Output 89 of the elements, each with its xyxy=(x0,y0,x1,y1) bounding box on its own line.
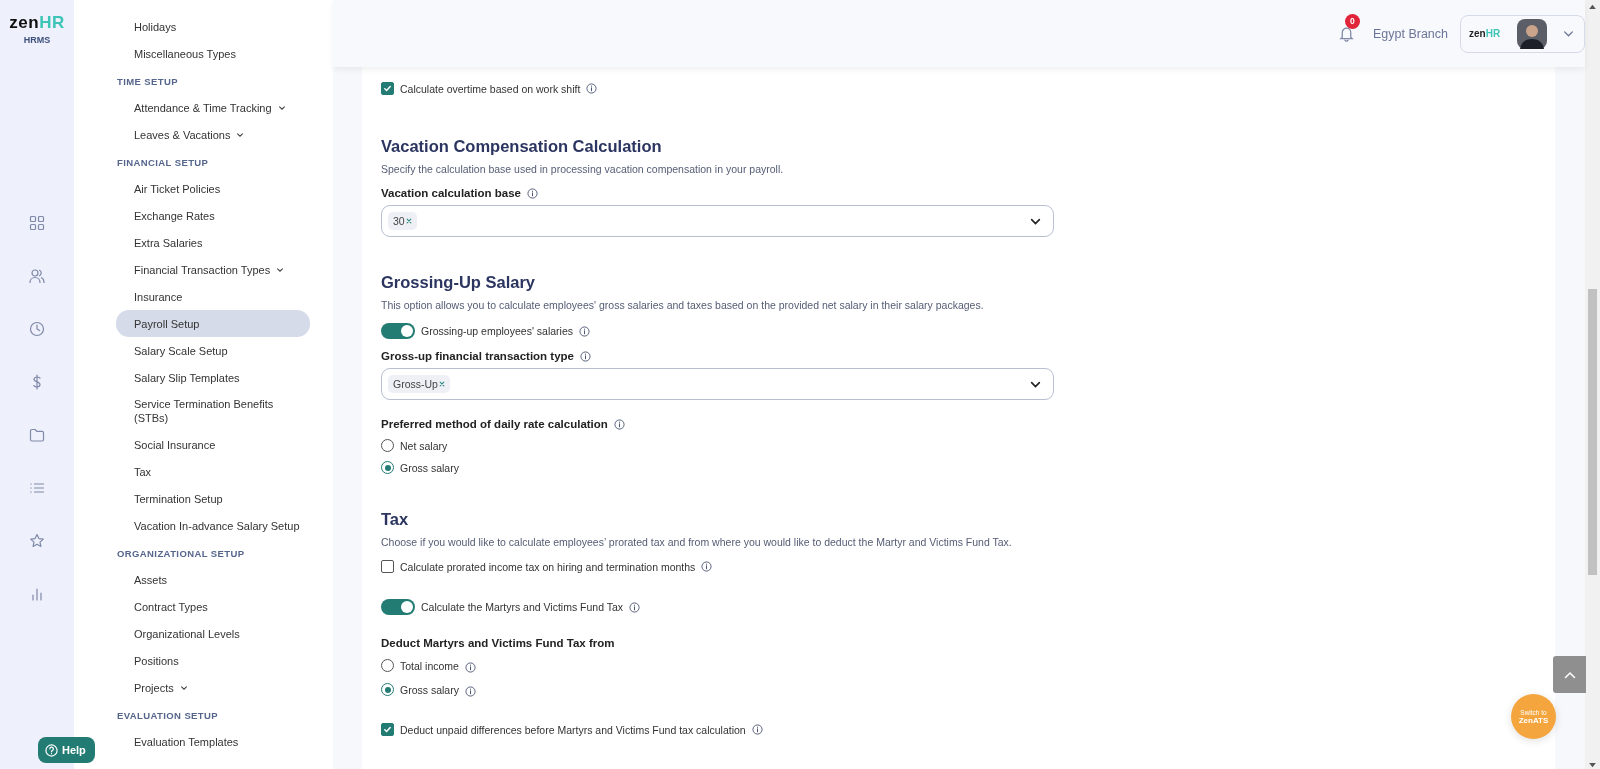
sidebar-item[interactable]: Evaluation Templates xyxy=(116,728,310,755)
checkbox-label: Calculate overtime based on work shift xyxy=(400,82,581,95)
toggle-label: Grossing-up employees' salaries xyxy=(421,325,573,337)
section-heading: EVALUATION SETUP xyxy=(117,709,220,723)
sidebar-item[interactable]: Projects xyxy=(116,674,310,701)
checkbox[interactable] xyxy=(381,82,394,95)
section-title: Vacation Compensation Calculation xyxy=(381,137,663,156)
logo: zenHR xyxy=(9,14,65,32)
chevron-up-icon xyxy=(1563,670,1576,679)
sidebar-item[interactable]: Termination Setup xyxy=(116,485,310,512)
chevron-down-icon xyxy=(1563,28,1574,39)
clock-icon[interactable] xyxy=(29,321,45,337)
section-heading: FINANCIAL SETUP xyxy=(117,156,210,170)
radio-label: Gross salary xyxy=(400,683,459,696)
sidebar-item[interactable]: Holidays xyxy=(116,13,310,40)
checkbox[interactable] xyxy=(381,723,394,736)
toggle-label: Calculate the Martyrs and Victims Fund Tax xyxy=(421,601,624,613)
sidebar-item[interactable]: Organizational Levels xyxy=(116,620,310,647)
avatar xyxy=(1517,18,1547,49)
notification-count: 0 xyxy=(1344,13,1360,29)
section-description: Specify the calculation base used in processing vacation compensation in your payroll. xyxy=(381,163,785,175)
multi-select-field[interactable]: Gross-Up xyxy=(381,368,1054,400)
field-label: Gross-up financial transaction type xyxy=(381,350,574,362)
sidebar-item[interactable]: Exchange Rates xyxy=(116,202,310,229)
check-icon xyxy=(383,725,392,734)
sidebar-item[interactable]: Tax xyxy=(116,458,310,485)
account-menu[interactable]: zenHR xyxy=(1460,14,1585,53)
field-label: Vacation calculation base xyxy=(381,187,521,199)
bell-icon[interactable] xyxy=(1338,25,1356,42)
sidebar-item[interactable]: Positions xyxy=(116,647,310,674)
info-icon[interactable] xyxy=(464,662,476,673)
multi-select-field[interactable]: 30 xyxy=(381,205,1054,237)
sidebar-item[interactable]: Assets xyxy=(116,566,310,593)
product-name: HRMS xyxy=(23,35,51,45)
field-label: Deduct Martyrs and Victims Fund Tax from xyxy=(381,637,615,649)
sidebar-item[interactable]: Contract Types xyxy=(116,593,310,620)
folder-icon[interactable] xyxy=(29,427,45,443)
info-icon[interactable] xyxy=(580,350,591,362)
toggle-switch[interactable] xyxy=(381,599,415,615)
section-title: Tax xyxy=(381,510,410,529)
info-icon[interactable] xyxy=(751,724,763,735)
sidebar-item[interactable]: Salary Slip Templates xyxy=(116,364,310,391)
field-label: Preferred method of daily rate calculation xyxy=(381,418,608,430)
sidebar-item[interactable]: Attendance & Time Tracking xyxy=(116,94,310,121)
sidebar-item[interactable]: Vacation In-advance Salary Setup xyxy=(116,512,310,539)
checkbox-label: Deduct unpaid differences before Martyrs and Victims Fund tax calculation xyxy=(400,723,746,736)
info-icon[interactable] xyxy=(613,418,625,430)
checkbox[interactable] xyxy=(381,560,394,573)
scroll-up-arrow-icon[interactable] xyxy=(1589,4,1596,9)
star-icon[interactable] xyxy=(29,533,45,549)
company-logo: zenHR xyxy=(1469,28,1502,39)
sidebar-item[interactable]: Insurance xyxy=(116,283,310,310)
toggle-switch[interactable] xyxy=(381,323,415,339)
selected-tag: Gross-Up xyxy=(388,375,450,393)
sidebar-item[interactable]: Financial Transaction Types xyxy=(116,256,310,283)
question-icon xyxy=(45,743,58,757)
remove-icon[interactable] xyxy=(438,381,445,387)
info-icon[interactable] xyxy=(579,325,590,337)
section-description: This option allows you to calculate employees' gross salaries and taxes based on the provided net salary in their salary packages. xyxy=(381,299,985,311)
scrollbar-thumb[interactable] xyxy=(1588,289,1597,575)
sidebar-item[interactable]: Social Insurance xyxy=(116,431,310,458)
section-heading: ORGANIZATIONAL SETUP xyxy=(117,547,246,561)
scroll-down-arrow-icon[interactable] xyxy=(1589,763,1596,768)
people-icon[interactable] xyxy=(29,268,45,284)
sidebar-item[interactable]: Leaves & Vacations xyxy=(116,121,310,148)
info-icon[interactable] xyxy=(464,686,476,697)
info-icon[interactable] xyxy=(629,601,641,613)
radio-label: Gross salary xyxy=(400,461,459,474)
section-heading: TIME SETUP xyxy=(117,75,179,89)
help-button[interactable]: Help xyxy=(38,737,95,763)
check-icon xyxy=(383,84,392,93)
branch-name[interactable]: Egypt Branch xyxy=(1372,26,1448,41)
checkbox-label: Calculate prorated income tax on hiring and termination months xyxy=(400,560,696,573)
info-icon[interactable] xyxy=(701,561,713,572)
sidebar-item[interactable]: Salary Scale Setup xyxy=(116,337,310,364)
selected-tag: 30 xyxy=(388,212,417,230)
sidebar-item[interactable]: Payroll Setup xyxy=(116,310,310,337)
section-title: Grossing-Up Salary xyxy=(381,273,537,292)
remove-icon[interactable] xyxy=(405,218,412,224)
sidebar-item[interactable]: Extra Salaries xyxy=(116,229,310,256)
sidebar-item[interactable]: Air Ticket Policies xyxy=(116,175,310,202)
sidebar-item[interactable]: Miscellaneous Types xyxy=(116,40,310,67)
info-icon[interactable] xyxy=(586,83,598,94)
dashboard-icon[interactable] xyxy=(29,215,45,231)
sidebar-item[interactable]: Service Termination Benefits (STBs) xyxy=(116,391,310,431)
info-icon[interactable] xyxy=(527,187,538,199)
radio-label: Net salary xyxy=(400,439,448,452)
radio-label: Total income xyxy=(400,659,459,672)
section-description: Choose if you would like to calculate employees’ prorated tax and from where you would like to deduct the Martyr and Victims Fund Tax. xyxy=(381,536,1013,548)
